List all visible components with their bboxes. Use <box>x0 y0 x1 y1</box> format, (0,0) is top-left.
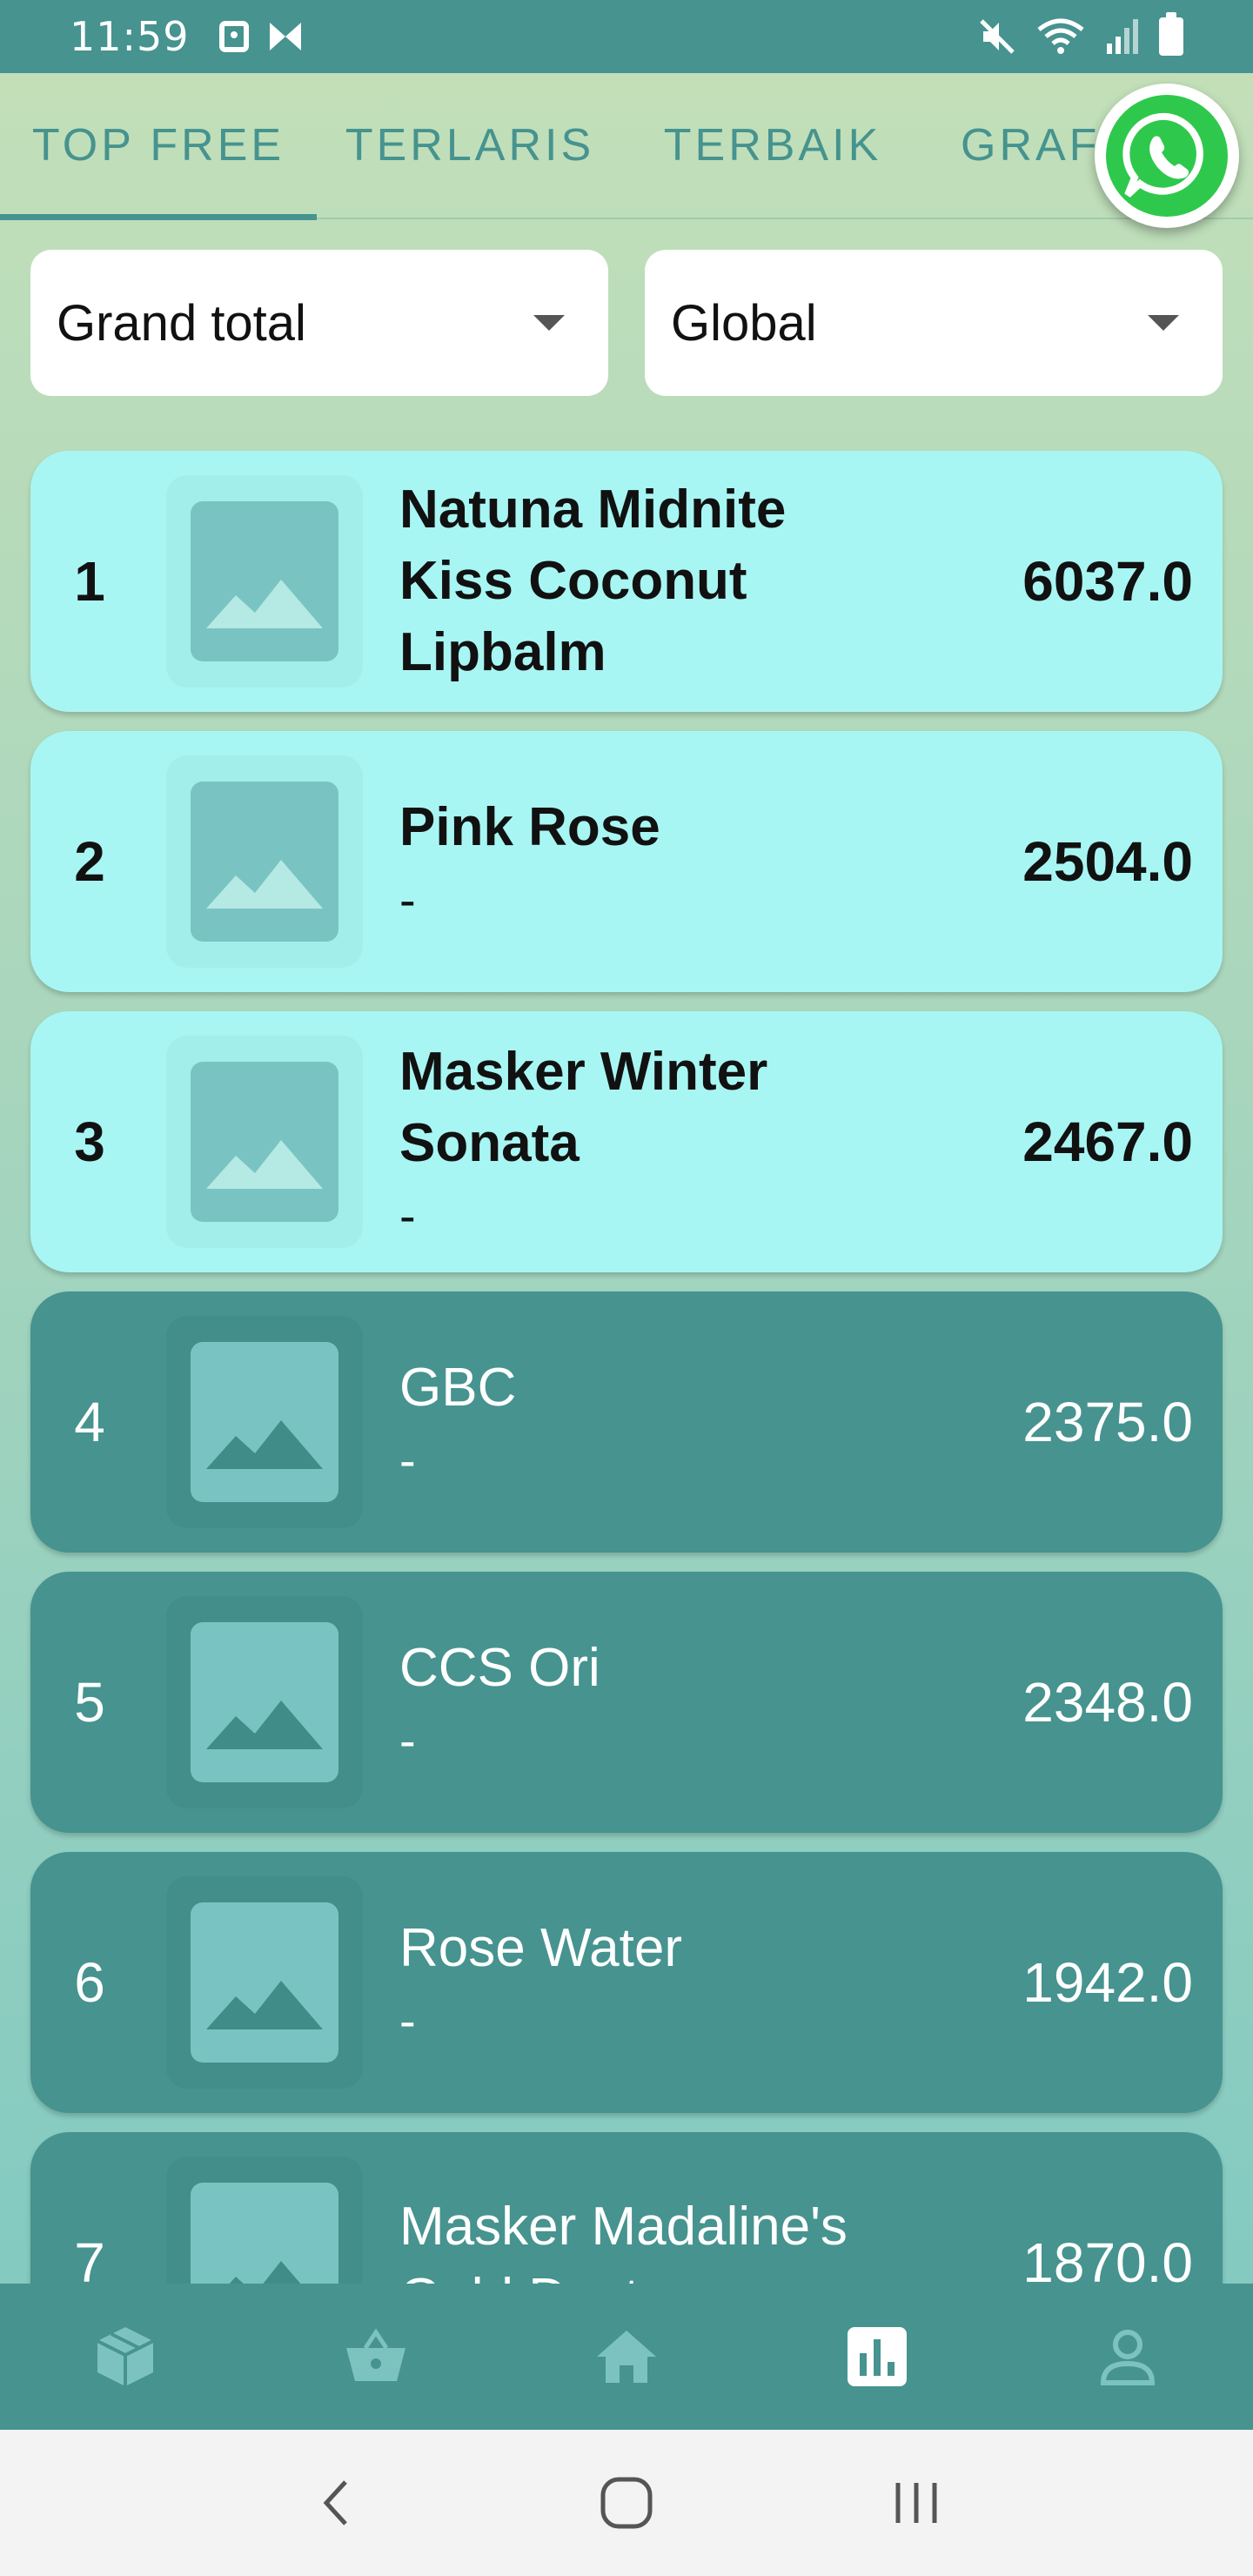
list-item[interactable]: 3 Masker Winter Sonata - 2467.0 <box>30 1011 1223 1272</box>
item-subtitle: - <box>399 872 416 927</box>
list-item[interactable]: 4 GBC - 2375.0 <box>30 1291 1223 1553</box>
item-title: Pink Rose <box>399 797 660 857</box>
item-subtitle: - <box>399 1993 416 2048</box>
list-item[interactable]: 7 Masker Madaline's Gold Dust 1870.0 <box>30 2132 1223 2284</box>
tab-terbaik[interactable]: TERBAIK <box>623 72 922 218</box>
back-button[interactable] <box>285 2451 389 2555</box>
image-placeholder-icon <box>191 782 338 942</box>
item-value: 2504.0 <box>1022 830 1193 893</box>
tab-top-free[interactable]: TOP FREE <box>0 72 317 220</box>
item-subtitle: - <box>399 1188 416 1243</box>
region-dropdown-value: Global <box>671 294 817 352</box>
rank-number: 2 <box>74 830 105 893</box>
period-dropdown[interactable]: Grand total <box>30 250 608 396</box>
ranking-list[interactable]: 1 Natuna Midnite Kiss Coconut Lipbalm 60… <box>0 435 1253 2284</box>
list-item[interactable]: 6 Rose Water - 1942.0 <box>30 1852 1223 2113</box>
item-title: Masker Madaline's Gold Dust <box>399 2197 848 2284</box>
list-item[interactable]: 2 Pink Rose - 2504.0 <box>30 731 1223 992</box>
basket-icon <box>346 2328 405 2381</box>
recents-button[interactable] <box>864 2451 968 2555</box>
status-bar: 11:59 <box>0 0 1253 73</box>
period-dropdown-value: Grand total <box>57 294 306 352</box>
rank-number: 5 <box>74 1671 105 1734</box>
recents-icon <box>895 2483 937 2523</box>
nav-profile[interactable] <box>1002 2284 1253 2430</box>
whatsapp-icon <box>1122 112 1203 198</box>
nav-ranking[interactable] <box>752 2284 1002 2430</box>
app-notification-icon <box>269 23 301 50</box>
chart-icon <box>848 2327 907 2386</box>
item-title: CCS Ori <box>399 1638 600 1698</box>
screenshot-notification-icon <box>218 21 249 52</box>
item-subtitle: - <box>399 1432 416 1487</box>
wifi-icon <box>1037 18 1084 54</box>
nav-cart[interactable] <box>251 2284 501 2430</box>
tab-terlaris[interactable]: TERLARIS <box>317 72 623 218</box>
image-placeholder-icon <box>191 1062 338 1222</box>
rank-number: 4 <box>74 1391 105 1453</box>
item-value: 2467.0 <box>1022 1110 1193 1173</box>
rank-number: 7 <box>74 2231 105 2284</box>
profile-icon <box>1100 2330 1156 2385</box>
item-title: Rose Water <box>399 1918 683 1978</box>
item-value: 2375.0 <box>1022 1391 1193 1453</box>
back-chevron-icon <box>323 2480 347 2526</box>
region-dropdown[interactable]: Global <box>645 250 1223 396</box>
status-time: 11:59 <box>70 13 190 60</box>
rank-number: 6 <box>74 1951 105 2014</box>
nav-home[interactable] <box>501 2284 752 2430</box>
item-subtitle: - <box>399 1713 416 1768</box>
item-title: GBC <box>399 1358 517 1418</box>
item-title: Natuna Midnite Kiss Coconut Lipbalm <box>399 480 787 682</box>
image-placeholder-icon <box>191 1622 338 1782</box>
signal-icon <box>1107 19 1138 54</box>
item-title: Masker Winter Sonata <box>399 1042 768 1173</box>
system-navigation-bar <box>0 2430 1253 2576</box>
whatsapp-button[interactable] <box>1095 84 1239 228</box>
home-system-button[interactable] <box>574 2451 679 2555</box>
tab-bar: TOP FREE TERLARIS TERBAIK GRAFIK <box>0 72 1253 220</box>
home-circle-icon <box>600 2477 653 2529</box>
bottom-navigation <box>0 2284 1253 2430</box>
list-item[interactable]: 5 CCS Ori - 2348.0 <box>30 1572 1223 1833</box>
item-value: 6037.0 <box>1022 550 1193 613</box>
list-item[interactable]: 1 Natuna Midnite Kiss Coconut Lipbalm 60… <box>30 451 1223 712</box>
image-placeholder-icon <box>191 1902 338 2063</box>
rank-number: 3 <box>74 1110 105 1173</box>
image-placeholder-icon <box>191 1342 338 1502</box>
chevron-down-icon <box>1148 315 1179 331</box>
item-value: 1870.0 <box>1022 2231 1193 2284</box>
item-value: 1942.0 <box>1022 1951 1193 2014</box>
chevron-down-icon <box>533 315 565 331</box>
mute-icon <box>980 19 1015 54</box>
home-icon <box>597 2331 656 2383</box>
image-placeholder-icon <box>191 501 338 661</box>
battery-icon <box>1159 12 1183 56</box>
image-placeholder-icon <box>191 2183 338 2284</box>
rank-number: 1 <box>74 550 105 613</box>
item-value: 2348.0 <box>1022 1671 1193 1734</box>
package-icon <box>97 2327 154 2386</box>
nav-packages[interactable] <box>0 2284 251 2430</box>
